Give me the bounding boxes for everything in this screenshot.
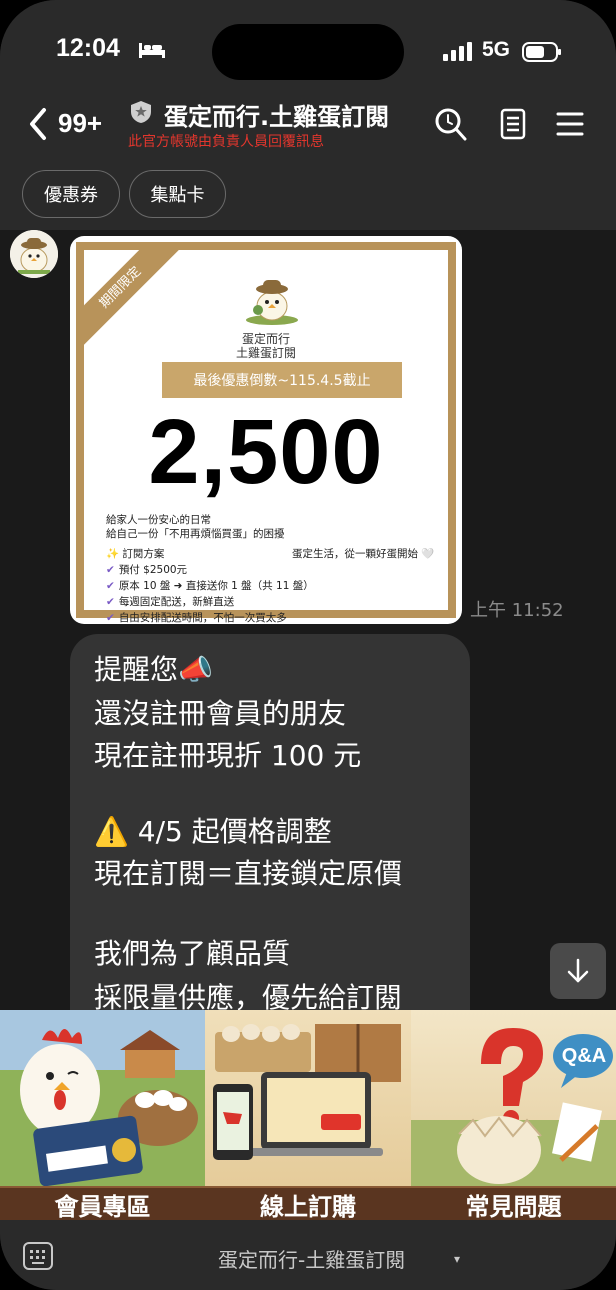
avatar[interactable] <box>10 230 58 278</box>
plan-item: ✔ 預付 $2500元 <box>106 564 188 576</box>
rich-menu-toggle[interactable]: 蛋定而行-土雞蛋訂閱 <box>218 1244 405 1273</box>
text-message-bubble[interactable]: 提醒您📣 還沒註冊會員的朋友 現在註冊現折 100 元 ⚠️ 4/5 起價格調整… <box>70 634 470 1074</box>
online-order-illustration <box>213 1024 401 1160</box>
phone-screen: 12:04 5G 99+ 蛋定而行.土雞蛋訂閱 此官方帳號由負責人員回覆訊息 優… <box>0 0 616 1290</box>
chicken-member-card-illustration <box>0 1010 205 1187</box>
check-icon: ✔ <box>106 564 115 576</box>
svg-text:Q&A: Q&A <box>562 1045 606 1067</box>
unread-count[interactable]: 99+ <box>58 108 102 139</box>
rich-menu-label: 會員專區 <box>0 1186 205 1220</box>
plan-item: ✔ 原本 10 盤 ➜ 直接送你 1 盤（共 11 盤） <box>106 580 314 592</box>
coupon-chip[interactable]: 優惠券 <box>22 170 120 218</box>
chick-mascot-logo-icon <box>246 280 298 325</box>
scroll-to-bottom-button[interactable] <box>550 943 606 999</box>
bed-icon <box>139 43 165 58</box>
promo-image-message[interactable]: 期間限定 蛋定而行 土雞蛋訂閱 最後優惠倒數~115.4.5截止 2,500 給… <box>70 236 462 624</box>
official-badge-icon <box>131 101 151 123</box>
network-type: 5G <box>482 38 511 61</box>
plan-item: ✔ 自由安排配送時間，不怕一次買太多 <box>106 612 287 624</box>
message-line: 現在訂閱＝直接鎖定原價 <box>94 857 403 890</box>
rich-menu-faq[interactable]: Q&A 常見問題 <box>411 1010 616 1220</box>
deadline-banner: 最後優惠倒數~115.4.5截止 <box>162 362 402 398</box>
plan-item: ✔ 每週固定配送，新鮮直送 <box>106 596 235 608</box>
bottom-bar: 蛋定而行-土雞蛋訂閱 ▾ <box>0 1220 616 1290</box>
message-line: 還沒註冊會員的朋友 <box>94 697 347 730</box>
message-line: ⚠️ 4/5 起價格調整 <box>94 815 332 848</box>
back-icon[interactable] <box>26 106 50 142</box>
search-icon[interactable] <box>434 106 468 142</box>
promo-frame: 期間限定 蛋定而行 土雞蛋訂閱 最後優惠倒數~115.4.5截止 2,500 給… <box>76 242 456 624</box>
battery-icon <box>522 42 561 62</box>
promo-amount: 2,500 <box>148 401 384 503</box>
tagline-2: 給自己一份「不用再煩惱買蛋」的困擾 <box>106 528 285 540</box>
rich-menu-label: 線上訂購 <box>205 1186 411 1220</box>
keyboard-icon[interactable] <box>22 1241 54 1271</box>
status-time: 12:04 <box>56 34 120 62</box>
faq-illustration <box>411 1028 616 1186</box>
check-icon: ✔ <box>106 596 115 608</box>
arrow-down-icon <box>567 958 589 983</box>
check-icon: ✔ <box>106 580 115 592</box>
caret-down-icon: ▾ <box>454 1252 461 1266</box>
chick-mascot-icon <box>10 230 58 278</box>
rich-menu-member-area[interactable]: 會員專區 <box>0 1010 205 1220</box>
check-icon: ✔ <box>106 612 115 624</box>
qa-bubble-icon: Q&A <box>562 1045 606 1067</box>
chat-title: 蛋定而行.土雞蛋訂閱 <box>164 103 390 131</box>
rich-menu-online-order[interactable]: 線上訂購 <box>205 1010 411 1220</box>
message-line: 提醒您📣 <box>94 653 213 686</box>
dynamic-island <box>212 24 404 80</box>
tagline-1: 給家人一份安心的日常 <box>106 514 211 526</box>
signal-icon <box>443 42 472 61</box>
rich-menu: 會員專區 線上訂購 Q&A 常見問題 <box>0 1010 616 1220</box>
rich-menu-label: 常見問題 <box>411 1186 616 1220</box>
message-line: 我們為了顧品質 <box>94 937 291 970</box>
menu-icon[interactable] <box>556 110 584 138</box>
message-line: 現在註冊現折 100 元 <box>94 739 362 772</box>
slogan: 蛋定生活，從一顆好蛋開始 🤍 <box>292 548 435 560</box>
chat-subtitle: 此官方帳號由負責人員回覆訊息 <box>128 134 324 150</box>
notes-icon[interactable] <box>500 108 526 140</box>
point-card-chip[interactable]: 集點卡 <box>129 170 226 218</box>
brand-name-line2: 土雞蛋訂閱 <box>235 346 296 360</box>
plan-title: ✨ 訂閱方案 <box>106 548 165 560</box>
message-timestamp: 上午 11:52 <box>470 600 564 621</box>
